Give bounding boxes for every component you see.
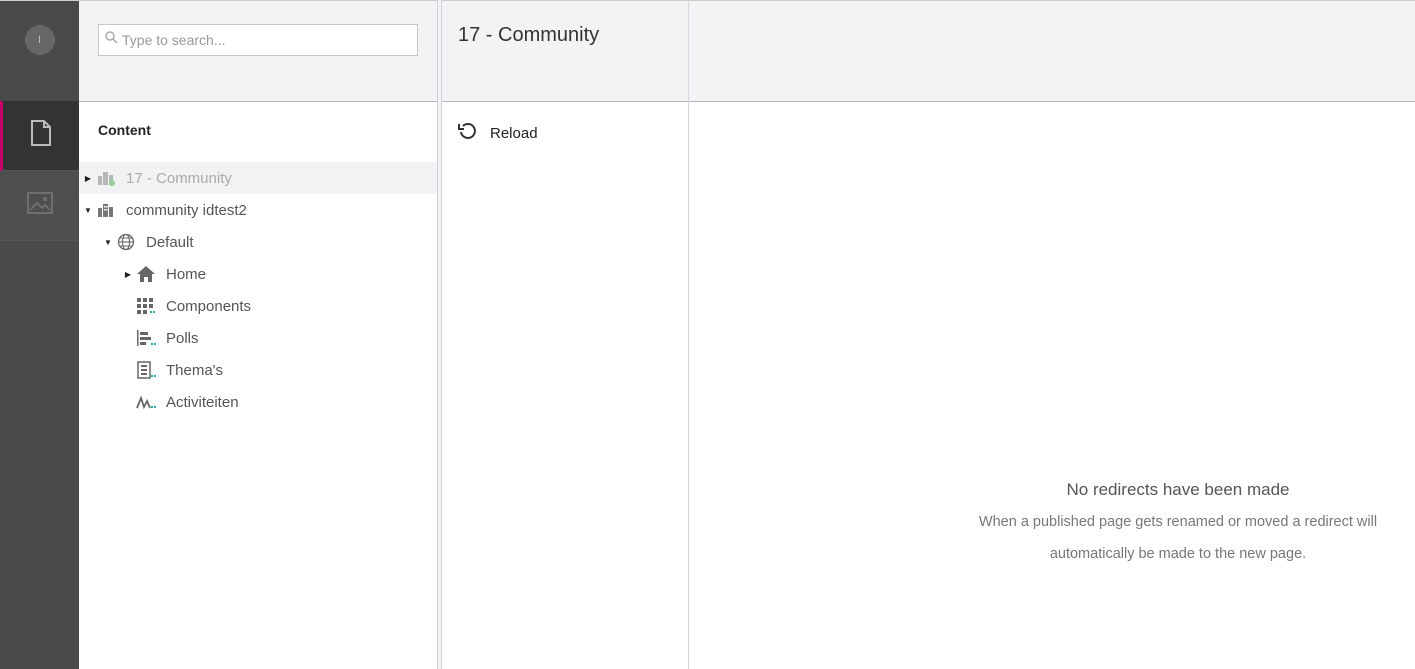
reload-label: Reload: [490, 124, 538, 142]
app-rail: I: [0, 0, 79, 669]
globe-icon: [115, 233, 137, 251]
context-panel: 17 - Community Reload: [442, 0, 689, 669]
community-site-icon: [95, 169, 117, 187]
caret-down-icon[interactable]: ▼: [103, 237, 113, 247]
tree-item-default[interactable]: ▼ Default: [79, 226, 437, 258]
empty-state-line-2: automatically be made to the new page.: [1049, 546, 1307, 562]
tree-title: Content: [98, 122, 151, 138]
main-header: [689, 1, 1415, 102]
search-input[interactable]: [122, 32, 402, 48]
tree-item-label: Activiteiten: [166, 393, 239, 411]
rail-item-media[interactable]: [0, 171, 79, 241]
tree-item-17-community[interactable]: ▶ 17 - Community: [79, 162, 437, 194]
context-header: 17 - Community: [442, 1, 688, 102]
grid-icon: [135, 297, 157, 315]
empty-state-line-1: When a published page gets renamed or mo…: [978, 514, 1378, 530]
caret-right-icon[interactable]: ▶: [83, 173, 93, 183]
themes-icon: [135, 361, 157, 379]
rail-user-area: I: [0, 1, 79, 101]
tree-item-label: Home: [166, 265, 207, 283]
tree-item-label: 17 - Community: [126, 169, 232, 187]
tree-item-label: community idtest2: [126, 201, 247, 219]
empty-state-title: No redirects have been made: [1066, 480, 1290, 499]
rail-item-content[interactable]: [0, 101, 79, 171]
tree-item-polls[interactable]: Polls: [79, 322, 437, 354]
page-title: 17 - Community: [458, 24, 600, 46]
polls-icon: [135, 329, 157, 347]
caret-right-icon[interactable]: ▶: [123, 269, 133, 279]
image-icon: [26, 192, 53, 219]
tree-item-components[interactable]: Components: [79, 290, 437, 322]
reload-icon: [458, 122, 490, 144]
community-site-icon: [95, 201, 117, 219]
activity-icon: [135, 393, 157, 411]
tree-item-label: Thema's: [166, 361, 224, 379]
tree-header: [79, 1, 437, 102]
search-box[interactable]: [98, 24, 418, 56]
home-icon: [135, 265, 157, 283]
tree-item-label: Default: [146, 233, 194, 251]
search-icon: [105, 31, 118, 49]
tree-item-label: Polls: [166, 329, 199, 347]
reload-button[interactable]: Reload: [458, 122, 538, 144]
main-panel: No redirects have been made When a publi…: [689, 0, 1415, 669]
tree-item-home[interactable]: ▶ Home: [79, 258, 437, 290]
content-tree: ▶ 17 - Community ▼ community idtest2 ▼ D…: [79, 162, 437, 418]
tree-item-themas[interactable]: Thema's: [79, 354, 437, 386]
tree-item-community-idtest2[interactable]: ▼ community idtest2: [79, 194, 437, 226]
empty-state: No redirects have been made When a publi…: [959, 476, 1397, 570]
content-tree-panel: Content ▶ 17 - Community ▼ community idt…: [79, 0, 437, 669]
tree-item-activiteiten[interactable]: Activiteiten: [79, 386, 437, 418]
document-icon: [30, 120, 52, 151]
caret-down-icon[interactable]: ▼: [83, 205, 93, 215]
tree-item-label: Components: [166, 297, 252, 315]
avatar[interactable]: I: [24, 25, 55, 55]
